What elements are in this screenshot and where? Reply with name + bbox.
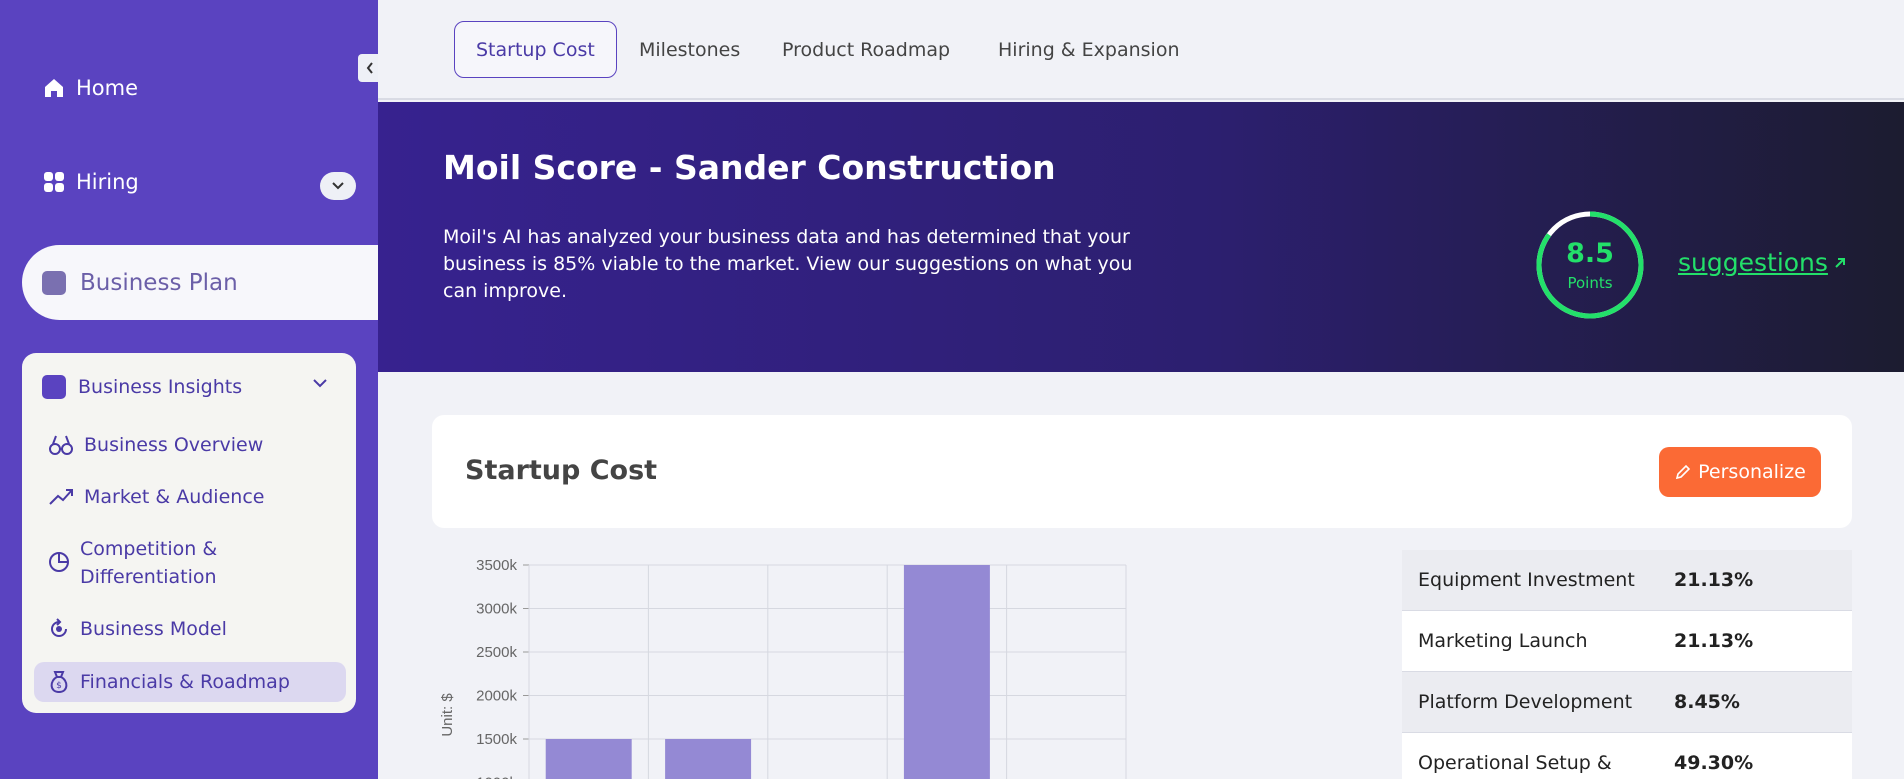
banner-description: Moil's AI has analyzed your business dat… xyxy=(443,226,1133,302)
business-insights-header[interactable]: Business Insights xyxy=(42,375,242,399)
table-row: Platform Development 8.45% xyxy=(1402,672,1852,733)
moil-score-banner: Moil Score - Sander Construction Moil's … xyxy=(378,102,1904,372)
y-axis-label: Unit: $ xyxy=(439,693,456,737)
nav-hiring[interactable]: Hiring xyxy=(42,170,139,194)
trending-up-icon xyxy=(49,489,73,505)
row-name: Operational Setup & xyxy=(1418,752,1612,774)
row-value: 49.30% xyxy=(1674,752,1754,774)
nav-business-plan-label: Business Plan xyxy=(80,269,238,296)
sidebar-item-label: Financials & Roadmap xyxy=(80,671,290,693)
grid-icon xyxy=(44,172,64,192)
nav-business-plan[interactable]: Business Plan xyxy=(22,245,378,320)
bar xyxy=(903,565,990,779)
sidebar-item-label: Business Overview xyxy=(84,434,264,456)
chevron-left-icon xyxy=(366,62,373,74)
table-row: Marketing Launch 21.13% xyxy=(1402,611,1852,672)
suggestions-link[interactable]: suggestions xyxy=(1678,248,1848,277)
sidebar-item-label: Market & Audience xyxy=(84,486,265,508)
business-insights-label: Business Insights xyxy=(78,376,243,398)
chevron-down-icon xyxy=(332,182,344,190)
suggestions-label: suggestions xyxy=(1678,248,1828,277)
sidebar-item-business-model[interactable]: Business Model xyxy=(48,615,227,643)
chevron-down-icon[interactable] xyxy=(312,377,328,389)
tab-startup-cost[interactable]: Startup Cost xyxy=(454,21,617,78)
section-title: Startup Cost xyxy=(465,455,658,486)
row-value: 21.13% xyxy=(1674,630,1754,652)
cost-breakdown-table: Equipment Investment 21.13% Marketing La… xyxy=(1402,550,1852,779)
sidebar: Home Hiring Business Plan Business Insig… xyxy=(0,0,378,779)
row-value: 21.13% xyxy=(1674,569,1754,591)
sidebar-item-financials-roadmap[interactable]: $ Financials & Roadmap xyxy=(48,668,290,696)
personalize-label: Personalize xyxy=(1698,461,1806,483)
nav-home-label: Home xyxy=(76,76,139,100)
row-name: Equipment Investment xyxy=(1418,569,1635,591)
y-tick-label: 3500k xyxy=(476,557,517,574)
insights-icon xyxy=(42,375,66,399)
score-value: 8.5 xyxy=(1566,238,1614,269)
startup-cost-chart: 1000k 1500k 2000k 2500k 3000k 3500k Unit: $ xyxy=(432,550,1372,779)
y-tick-label: 3000k xyxy=(476,601,517,618)
bar xyxy=(545,739,632,779)
y-tick-label: 2000k xyxy=(476,688,517,705)
sidebar-item-market-audience[interactable]: Market & Audience xyxy=(48,483,264,511)
table-row: Operational Setup & 49.30% xyxy=(1402,733,1852,779)
sidebar-item-label: Competition & Differentiation xyxy=(80,538,218,588)
row-value: 8.45% xyxy=(1674,691,1740,713)
y-tick-label: 2500k xyxy=(476,644,517,661)
startup-cost-card: Startup Cost Personalize xyxy=(432,415,1852,528)
nav-hiring-label: Hiring xyxy=(76,170,139,194)
nav-home[interactable]: Home xyxy=(42,76,138,100)
table-row: Equipment Investment 21.13% xyxy=(1402,550,1852,611)
sidebar-item-label: Business Model xyxy=(80,618,227,640)
document-icon xyxy=(42,270,66,295)
top-tabs: Startup Cost Milestones Product Roadmap … xyxy=(378,0,1904,100)
row-name: Marketing Launch xyxy=(1418,630,1588,652)
tab-product-roadmap[interactable]: Product Roadmap xyxy=(782,21,950,78)
score-label: Points xyxy=(1567,274,1613,292)
y-tick-label: 1000k xyxy=(476,775,517,779)
y-tick-label: 1500k xyxy=(476,731,517,748)
tab-milestones[interactable]: Milestones xyxy=(639,21,740,78)
tab-hiring-expansion[interactable]: Hiring & Expansion xyxy=(998,21,1180,78)
banner-title: Moil Score - Sander Construction xyxy=(443,148,1056,187)
home-icon xyxy=(45,79,63,97)
svg-text:$: $ xyxy=(56,681,62,691)
pie-chart-icon xyxy=(49,552,69,572)
score-gauge: 8.5 Points xyxy=(1535,210,1645,320)
bar xyxy=(665,739,752,779)
sidebar-item-competition[interactable]: Competition & Differentiation xyxy=(48,535,268,591)
bar-chart: 1000k 1500k 2000k 2500k 3000k 3500k Unit: $ xyxy=(439,557,1127,779)
hiring-expand-button[interactable] xyxy=(320,172,356,200)
external-link-icon xyxy=(1835,257,1845,268)
row-name: Platform Development xyxy=(1418,691,1633,713)
binoculars-icon xyxy=(49,435,73,455)
personalize-button[interactable]: Personalize xyxy=(1659,447,1821,497)
money-bag-icon: $ xyxy=(50,671,68,694)
business-insights-panel: Business Insights Business Overview Mark… xyxy=(22,353,356,713)
cycle-icon xyxy=(51,618,67,637)
sidebar-item-business-overview[interactable]: Business Overview xyxy=(48,431,263,459)
pencil-icon xyxy=(1676,464,1691,480)
